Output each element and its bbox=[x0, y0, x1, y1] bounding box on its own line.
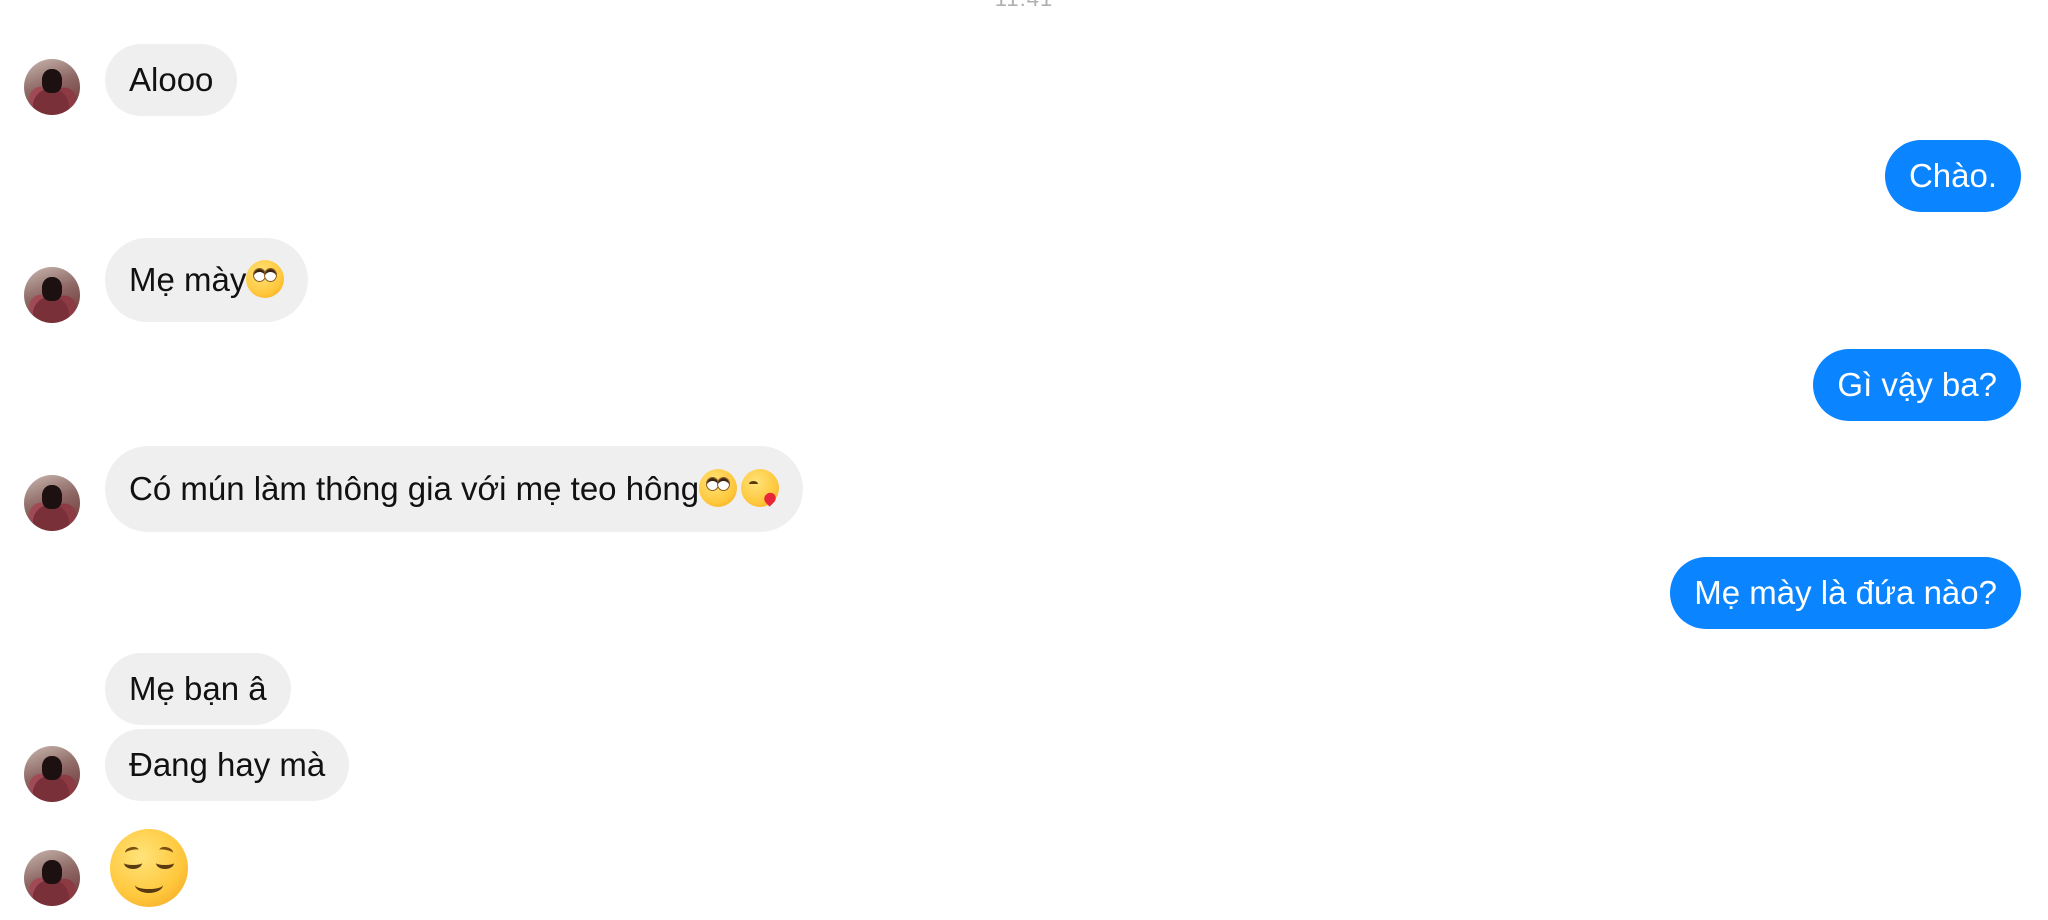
message-text: Đang hay mà bbox=[129, 746, 326, 783]
message-text: Gì vậy ba? bbox=[1837, 366, 1997, 403]
message-text: Có mún làm thông gia với mẹ teo hông bbox=[129, 470, 700, 507]
incoming-message-bubble[interactable]: Alooo bbox=[105, 44, 238, 116]
face-blowing-a-kiss-icon bbox=[741, 469, 780, 508]
contact-avatar[interactable] bbox=[24, 850, 80, 906]
incoming-message-bubble[interactable]: Có mún làm thông gia với mẹ teo hông bbox=[105, 446, 804, 532]
incoming-message-bubble[interactable]: Mẹ mày bbox=[105, 238, 309, 322]
message-text: Mẹ bạn â bbox=[129, 670, 267, 707]
incoming-message-bubble[interactable]: Đang hay mà bbox=[105, 729, 350, 801]
face-with-rolling-eyes-icon bbox=[246, 260, 285, 299]
contact-avatar[interactable] bbox=[24, 746, 80, 802]
message-timestamp: 11:41 bbox=[0, 0, 2048, 12]
face-with-rolling-eyes-icon bbox=[699, 469, 738, 508]
incoming-message-bubble[interactable]: Mẹ bạn â bbox=[105, 653, 291, 725]
message-text: Mẹ mày bbox=[129, 261, 247, 298]
outgoing-message-bubble[interactable]: Gì vậy ba? bbox=[1813, 349, 2021, 421]
contact-avatar[interactable] bbox=[24, 267, 80, 323]
contact-avatar[interactable] bbox=[24, 59, 80, 115]
message-text: Alooo bbox=[129, 61, 214, 98]
contact-avatar[interactable] bbox=[24, 475, 80, 531]
chat-thread: 11:41 Alooo Chào. Mẹ mày Gì vậy ba? Có m… bbox=[0, 0, 2048, 920]
outgoing-message-bubble[interactable]: Mẹ mày là đứa nào? bbox=[1670, 557, 2021, 629]
outgoing-message-bubble[interactable]: Chào. bbox=[1884, 140, 2021, 212]
message-text: Mẹ mày là đứa nào? bbox=[1694, 574, 1997, 611]
message-text: Chào. bbox=[1908, 157, 1997, 194]
relieved-face-icon[interactable] bbox=[110, 829, 188, 907]
